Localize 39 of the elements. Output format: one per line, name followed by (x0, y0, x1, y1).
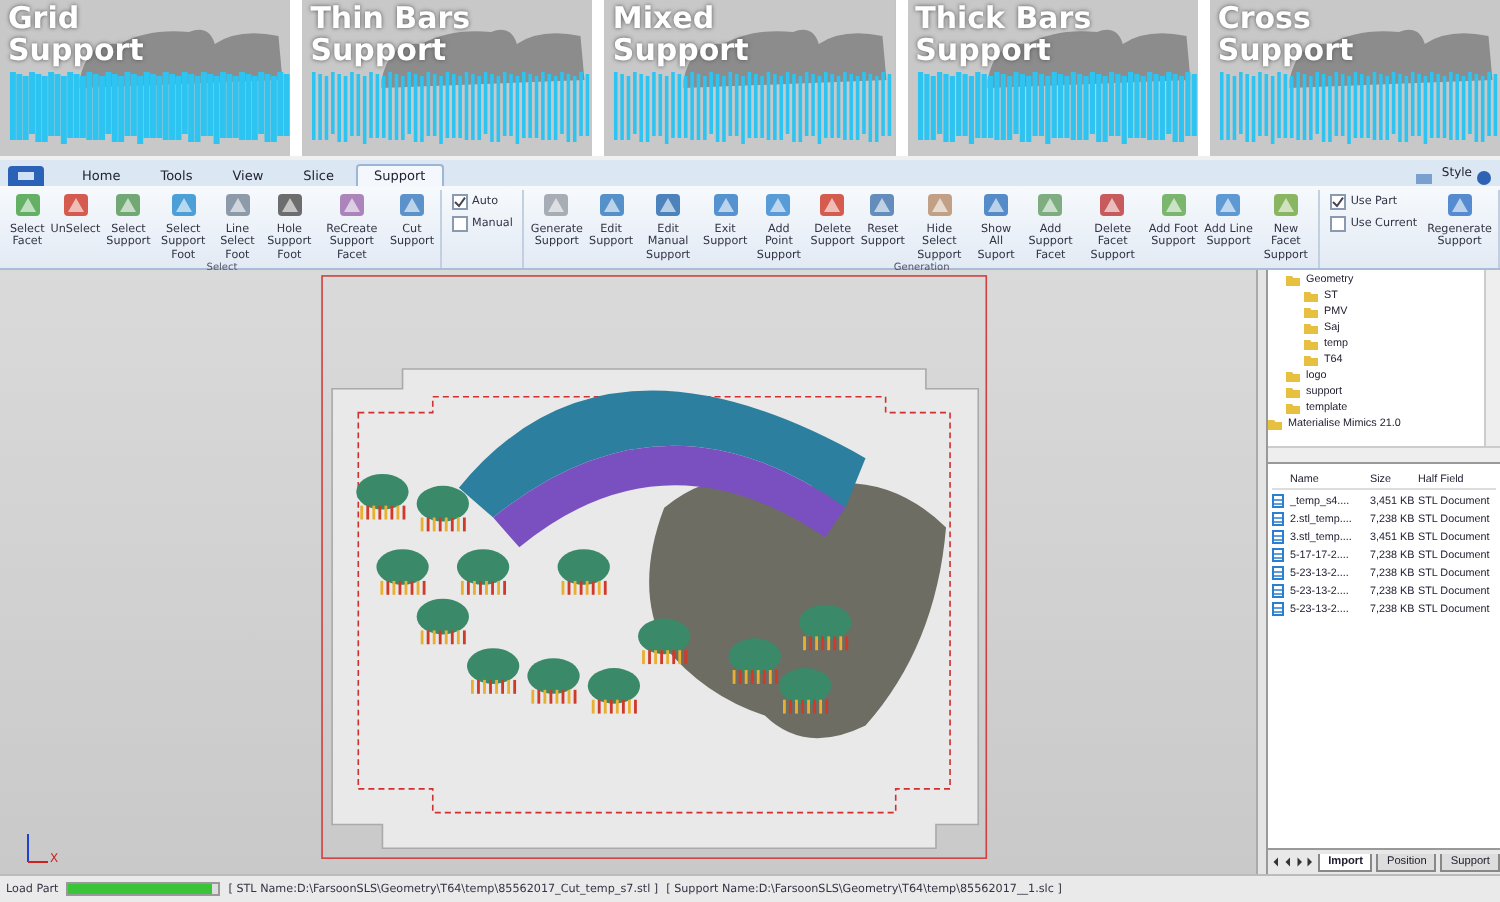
file-icon (1272, 494, 1284, 508)
tool-icon (1212, 190, 1245, 220)
tool-icon (762, 190, 795, 220)
tool-icon (866, 190, 899, 220)
tool-icon (112, 190, 145, 220)
tool-icon (1157, 190, 1190, 220)
tool-icon (59, 190, 92, 220)
file-icon (1272, 548, 1284, 562)
tool-icon (980, 190, 1013, 220)
checkbox[interactable] (452, 194, 469, 210)
file-icon (1272, 566, 1284, 580)
checkbox[interactable] (1330, 194, 1347, 210)
tool-icon (1034, 190, 1067, 220)
scrollbar[interactable] (1268, 446, 1500, 462)
tool-icon (167, 190, 200, 220)
tool-icon (1443, 190, 1476, 220)
file-icon (1272, 602, 1284, 616)
help-icon[interactable] (1476, 170, 1492, 186)
tool-icon (709, 190, 742, 220)
tool-icon (1269, 190, 1302, 220)
checkbox[interactable] (452, 216, 469, 232)
file-icon (1272, 530, 1284, 544)
checkbox[interactable] (1330, 216, 1347, 232)
app-menu-button[interactable] (8, 166, 44, 186)
tool-icon (816, 190, 849, 220)
tool-icon (221, 190, 254, 220)
tool-icon (652, 190, 685, 220)
tool-icon (395, 190, 428, 220)
app-icon (16, 170, 36, 182)
tool-icon (595, 190, 628, 220)
tool-icon (1096, 190, 1129, 220)
file-icon (1272, 512, 1284, 526)
tool-icon (11, 190, 44, 220)
file-icon (1272, 584, 1284, 598)
tool-icon (540, 190, 573, 220)
tool-icon (335, 190, 368, 220)
tool-icon (923, 190, 956, 220)
tool-icon (273, 190, 306, 220)
scrollbar[interactable] (1484, 270, 1500, 446)
